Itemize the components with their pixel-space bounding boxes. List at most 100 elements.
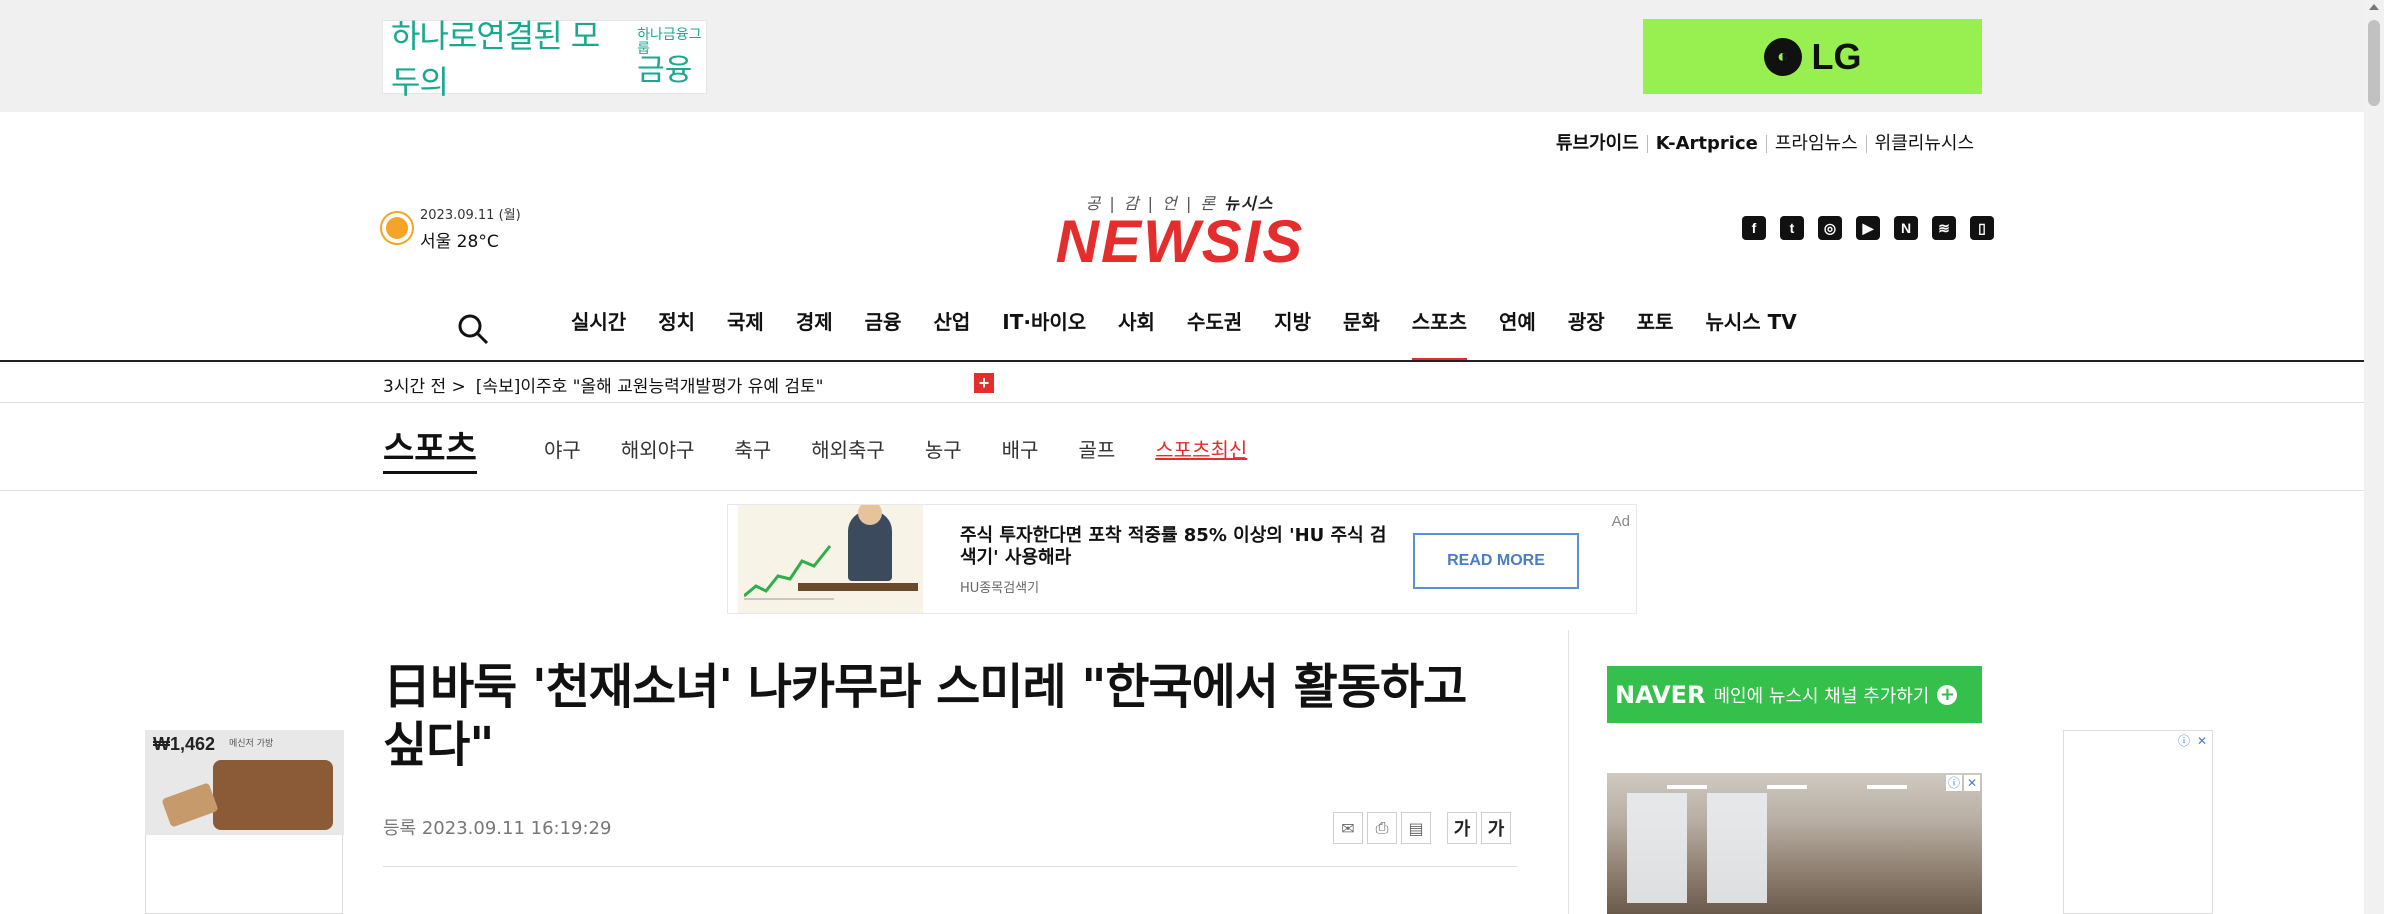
hana-ad-finance: 금융 (637, 53, 693, 88)
subnav-item-soccer[interactable]: 축구 (714, 434, 791, 463)
breaking-time: 3시간 전 > (383, 377, 466, 397)
ad-close-icon[interactable]: ✕ (2194, 733, 2210, 749)
naver-banner-message: 메인에 뉴스시 채널 추가하기 (1713, 685, 1930, 707)
divider (0, 490, 2384, 491)
rss-icon[interactable]: ≋ (1932, 216, 1956, 240)
naver-channel-banner[interactable]: NAVER 메인에 뉴스시 채널 추가하기 + (1607, 666, 1982, 723)
nav-item-world[interactable]: 국제 (711, 305, 780, 361)
ad-controls: ⓘ ✕ (1946, 775, 1980, 791)
ceiling-light-shape (1667, 785, 1707, 789)
stock-chart-icon (744, 545, 834, 600)
naver-icon[interactable]: N (1894, 216, 1918, 240)
bag-image (213, 760, 333, 830)
plus-icon: + (1937, 684, 1958, 705)
mobile-icon[interactable]: ▯ (1970, 216, 1994, 240)
ceiling-light-shape (1867, 785, 1907, 789)
site-logo[interactable]: 공 | 감 | 언 | 론 뉴시스 NEWSIS (1040, 190, 1320, 275)
email-icon[interactable]: ✉ (1333, 812, 1363, 844)
article-date: 등록 2023.09.11 16:19:29 (383, 818, 612, 839)
right-side-ad[interactable]: ⓘ ✕ (2063, 730, 2213, 914)
article-tools: ✉ ⎙ ▤ 가 가 (1333, 812, 1511, 844)
facebook-icon[interactable]: f (1742, 216, 1766, 240)
section-title[interactable]: 스포츠 (383, 421, 477, 474)
nav-divider (0, 360, 2384, 362)
subnav-item-baseball[interactable]: 야구 (544, 434, 601, 463)
subnav-item-overseas-soccer[interactable]: 해외축구 (791, 434, 905, 463)
left-floating-ad[interactable]: ₩1,462 메신저 가방 (145, 730, 344, 835)
subnav-item-volleyball[interactable]: 배구 (982, 434, 1059, 463)
nav-item-plaza[interactable]: 광장 (1552, 305, 1621, 361)
nav-item-finance[interactable]: 금융 (849, 305, 918, 361)
ad-close-icon[interactable]: ✕ (1964, 775, 1980, 791)
util-link-tubeguide[interactable]: 튜브가이드 (1548, 135, 1648, 153)
nav-item-it-bio[interactable]: IT·바이오 (986, 305, 1102, 361)
social-links: f t ◎ ▶ N ≋ ▯ (1742, 216, 1994, 240)
top-ad-band (0, 0, 2384, 112)
breaking-more-button[interactable]: + (974, 373, 994, 393)
pdf-icon[interactable]: ▤ (1401, 812, 1431, 844)
tag-image (161, 782, 219, 828)
article-divider (383, 866, 1517, 867)
left-side-box (145, 835, 343, 914)
ad-image (738, 505, 923, 613)
nav-item-economy[interactable]: 경제 (780, 305, 849, 361)
instagram-icon[interactable]: ◎ (1818, 216, 1842, 240)
ad-read-more-button[interactable]: READ MORE (1413, 533, 1579, 589)
weather-date: 2023.09.11 (월) (420, 208, 521, 223)
nav-item-regional[interactable]: 지방 (1258, 305, 1327, 361)
subnav-item-golf[interactable]: 골프 (1058, 434, 1135, 463)
breaking-news-ticker[interactable]: 3시간 전 > [속보]이주호 "올해 교원능력개발평가 유예 검토" (383, 372, 823, 397)
breaking-headline[interactable]: [속보]이주호 "올해 교원능력개발평가 유예 검토" (476, 372, 824, 397)
font-decrease-button[interactable]: 가 (1447, 812, 1477, 844)
column-divider (1568, 630, 1569, 914)
window-shape (1707, 793, 1767, 903)
window-shape (1627, 793, 1687, 903)
nav-item-entertainment[interactable]: 연예 (1483, 305, 1552, 361)
nav-item-politics[interactable]: 정치 (642, 305, 711, 361)
twitter-icon[interactable]: t (1780, 216, 1804, 240)
nav-item-sports[interactable]: 스포츠 (1396, 305, 1483, 361)
subnav-item-sports-latest[interactable]: 스포츠최신 (1135, 434, 1267, 463)
ceiling-light-shape (1767, 785, 1807, 789)
hana-finance-ad[interactable]: 하나로연결된 모두의 하나금융그룹 금융 (382, 17, 707, 101)
weather-widget: 2023.09.11 (월) 서울 28°C (386, 204, 521, 252)
print-icon[interactable]: ⎙ (1367, 812, 1397, 844)
interior-ad[interactable]: ⓘ ✕ (1607, 773, 1982, 914)
ad-info-icon[interactable]: ⓘ (1946, 775, 1962, 791)
ad-info-icon[interactable]: ⓘ (2176, 733, 2192, 749)
lg-ad[interactable]: ◐ LG (1643, 19, 1982, 94)
logo-wordmark: NEWSIS (1055, 208, 1305, 275)
youtube-icon[interactable]: ▶ (1856, 216, 1880, 240)
divider (0, 402, 2384, 403)
nav-item-capital[interactable]: 수도권 (1171, 305, 1258, 361)
font-increase-button[interactable]: 가 (1481, 812, 1511, 844)
nav-item-photo[interactable]: 포토 (1621, 305, 1690, 361)
vertical-scrollbar[interactable] (2364, 0, 2384, 914)
inline-ad[interactable]: 주식 투자한다면 포착 적중률 85% 이상의 'HU 주식 검색기' 사용해라… (727, 504, 1637, 614)
scroll-up-icon[interactable] (2369, 4, 2379, 10)
section-subnav: 야구 해외야구 축구 해외축구 농구 배구 골프 스포츠최신 (544, 434, 1267, 463)
desk-shape (798, 583, 918, 591)
nav-item-culture[interactable]: 문화 (1327, 305, 1396, 361)
util-link-weeklynewsis[interactable]: 위클리뉴시스 (1867, 135, 1982, 153)
left-ad-price: ₩1,462 (153, 734, 216, 754)
search-icon[interactable] (456, 312, 490, 346)
naver-brand: NAVER (1615, 680, 1706, 709)
weather-text: 2023.09.11 (월) 서울 28°C (420, 204, 521, 252)
weather-temp: 서울 28°C (420, 232, 499, 252)
subnav-item-overseas-baseball[interactable]: 해외야구 (601, 434, 715, 463)
nav-item-industry[interactable]: 산업 (917, 305, 986, 361)
util-link-kartprice[interactable]: K-Artprice (1648, 135, 1767, 153)
ad-controls: ⓘ ✕ (2176, 733, 2210, 749)
page: 하나로연결된 모두의 하나금융그룹 금융 ◐ LG 튜브가이드 K-Artpri… (0, 0, 2384, 914)
nav-item-realtime[interactable]: 실시간 (555, 305, 642, 361)
util-link-primenews[interactable]: 프라임뉴스 (1767, 135, 1867, 153)
utility-links: 튜브가이드 K-Artprice 프라임뉴스 위클리뉴시스 (1548, 135, 1982, 153)
scrollbar-thumb[interactable] (2368, 20, 2380, 106)
nav-item-newsis-tv[interactable]: 뉴시스 TV (1689, 305, 1812, 361)
subnav-item-basketball[interactable]: 농구 (905, 434, 982, 463)
main-nav: 실시간 정치 국제 경제 금융 산업 IT·바이오 사회 수도권 지방 문화 스… (555, 305, 1813, 361)
nav-item-society[interactable]: 사회 (1102, 305, 1171, 361)
lg-ad-text: LG (1811, 35, 1862, 77)
ad-headline[interactable]: 주식 투자한다면 포착 적중률 85% 이상의 'HU 주식 검색기' 사용해라 (960, 525, 1400, 569)
